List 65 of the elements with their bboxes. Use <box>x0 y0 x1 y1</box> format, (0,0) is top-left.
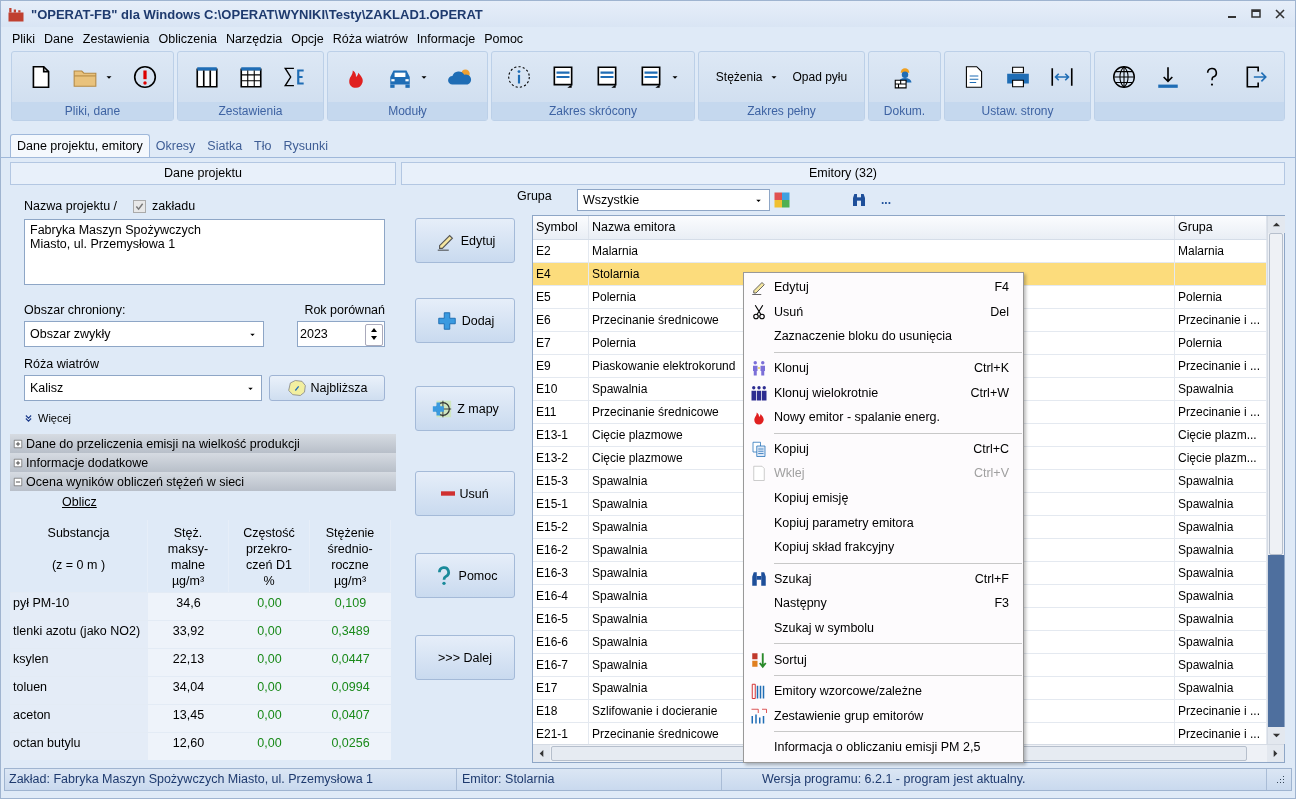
table-cell: E4 <box>533 263 589 285</box>
table-cell: E5 <box>533 286 589 308</box>
table-cell: E18 <box>533 700 589 722</box>
table-cell: E2 <box>533 240 589 262</box>
group-label: Zakres skrócony <box>549 104 637 118</box>
field-label: Obszar chroniony: <box>24 303 126 317</box>
table-cell: tlenki azotu (jako NO2) <box>10 620 148 648</box>
table-cell: E13-2 <box>533 447 589 469</box>
table-cell: 0,0256 <box>310 732 391 760</box>
table-cell: 0,00 <box>229 592 310 620</box>
panel-header: Dane projektu <box>10 162 396 185</box>
table-cell: ksylen <box>10 648 148 676</box>
table-cell: E16-3 <box>533 562 589 584</box>
checkbox-label: zakładu <box>152 199 196 213</box>
table-cell: 0,0447 <box>310 648 391 676</box>
table-cell: 13,45 <box>148 704 229 732</box>
table-cell: 0,00 <box>229 732 310 760</box>
table-cell: E16-6 <box>533 631 589 653</box>
table-cell: 0,0407 <box>310 704 391 732</box>
group-label: Moduły <box>388 104 427 118</box>
table-cell: E11 <box>533 401 589 423</box>
status-text: Emitor: Stolarnia <box>457 769 722 790</box>
table-cell: E15-3 <box>533 470 589 492</box>
table-cell: 0,00 <box>229 704 310 732</box>
table-cell: E6 <box>533 309 589 331</box>
table-cell: octan butylu <box>10 732 148 760</box>
table-cell: 33,92 <box>148 620 229 648</box>
table-cell: E16-4 <box>533 585 589 607</box>
window-title: "OPERAT-FB" dla Windows C:\OPERAT\WYNIKI\Testy\ZAKLAD1.OPERAT <box>31 6 483 22</box>
table-cell: 0,00 <box>229 620 310 648</box>
table-cell: E9 <box>533 355 589 377</box>
table-cell: E10 <box>533 378 589 400</box>
field-label: Rok porównań <box>304 303 385 317</box>
table-cell: 22,13 <box>148 648 229 676</box>
group-label: Pliki, dane <box>64 104 121 118</box>
table-cell: 34,04 <box>148 676 229 704</box>
status-text: Zakład: Fabryka Maszyn Spożywczych Miasto, ul. Przemysłowa 1 <box>5 769 457 790</box>
table-cell: E16-5 <box>533 608 589 630</box>
table-cell: E7 <box>533 332 589 354</box>
table-cell: E17 <box>533 677 589 699</box>
table-cell: 0,00 <box>229 648 310 676</box>
status-text: Wersja programu: 6.2.1 - program jest aktualny. <box>722 769 1267 790</box>
table-cell: pył PM-10 <box>10 592 148 620</box>
group-label: Ustaw. strony <box>981 104 1054 118</box>
table-cell: 0,109 <box>310 592 391 620</box>
panel-header: Emitory (32) <box>401 162 1285 185</box>
table-cell: E13-1 <box>533 424 589 446</box>
table-cell: 0,0994 <box>310 676 391 704</box>
table-cell: 12,60 <box>148 732 229 760</box>
table-cell: E15-2 <box>533 516 589 538</box>
table-cell: Malarnia <box>589 240 1175 262</box>
table-cell: toluen <box>10 676 148 704</box>
table-cell: E16-7 <box>533 654 589 676</box>
table-cell: E15-1 <box>533 493 589 515</box>
table-cell: 0,00 <box>229 676 310 704</box>
group-label: Zakres pełny <box>747 104 816 118</box>
field-label: Nazwa projektu / <box>24 199 118 213</box>
table-cell: E16-2 <box>533 539 589 561</box>
group-label: Dokum. <box>883 104 926 118</box>
table-cell: 0,3489 <box>310 620 391 648</box>
field-label: Grupa <box>517 189 553 203</box>
table-cell: aceton <box>10 704 148 732</box>
field-label: Róża wiatrów <box>24 357 101 371</box>
group-label: Zestawienia <box>218 104 283 118</box>
table-cell: 34,6 <box>148 592 229 620</box>
